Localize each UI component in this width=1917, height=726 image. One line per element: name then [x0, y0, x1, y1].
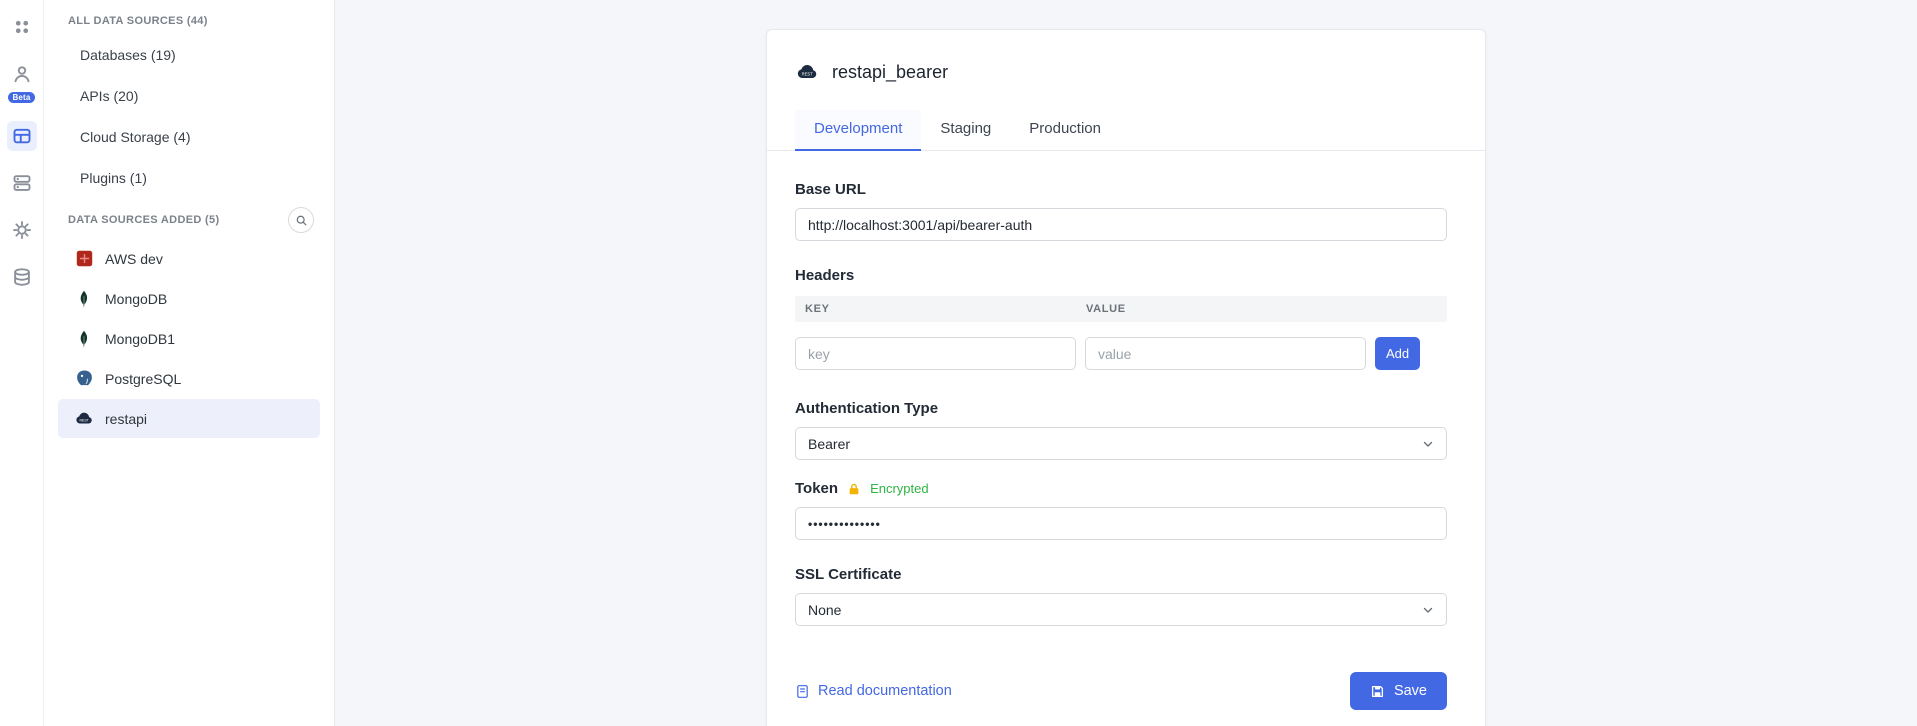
group-label: Cloud Storage (4)	[80, 129, 191, 145]
read-documentation-link[interactable]: Read documentation	[795, 683, 952, 699]
encrypted-badge: Encrypted	[870, 481, 929, 496]
auth-type-select[interactable]: Bearer	[795, 427, 1447, 460]
storage-icon[interactable]	[7, 262, 37, 292]
all-data-sources-header: ALL DATA SOURCES (44)	[54, 4, 324, 34]
aws-icon	[74, 249, 94, 269]
document-icon	[795, 684, 810, 699]
beta-badge: Beta	[8, 92, 36, 103]
auth-type-value: Bearer	[808, 436, 850, 452]
headers-section: Headers KEY VALUE Add	[795, 267, 1447, 370]
headers-table-header: KEY VALUE	[795, 296, 1447, 322]
mongodb-icon	[74, 329, 94, 349]
read-documentation-label: Read documentation	[818, 683, 952, 699]
sidebar-item-cloud-storage[interactable]: Cloud Storage (4)	[54, 116, 324, 157]
data-sources-added-label: DATA SOURCES ADDED (5)	[68, 214, 219, 226]
group-label: APIs (20)	[80, 88, 138, 104]
main-content: REST restapi_bearer Development Staging …	[335, 0, 1917, 726]
sidebar-item-databases[interactable]: Databases (19)	[54, 34, 324, 75]
datasource-label: PostgreSQL	[105, 371, 181, 387]
sidebar-item-mongodb1[interactable]: MongoDB1	[58, 319, 320, 358]
sidebar-item-plugins[interactable]: Plugins (1)	[54, 157, 324, 198]
base-url-input[interactable]	[795, 208, 1447, 241]
card-title-row: REST restapi_bearer	[767, 60, 1485, 84]
datasources-sidebar: ALL DATA SOURCES (44) Databases (19) API…	[44, 0, 335, 726]
ssl-certificate-label: SSL Certificate	[795, 566, 1447, 583]
ssl-certificate-value: None	[808, 602, 841, 618]
tab-production[interactable]: Production	[1010, 110, 1120, 150]
header-value-input[interactable]	[1085, 337, 1366, 370]
user-icon[interactable]	[7, 59, 37, 89]
group-label: Plugins (1)	[80, 170, 147, 186]
token-label: Token	[795, 480, 838, 497]
icon-rail: Beta	[0, 0, 44, 726]
apps-grid-icon[interactable]	[7, 12, 37, 42]
datasource-config-card: REST restapi_bearer Development Staging …	[766, 29, 1486, 726]
token-label-row: Token Encrypted	[795, 480, 1447, 497]
mongodb-icon	[74, 289, 94, 309]
tab-development[interactable]: Development	[795, 110, 921, 151]
data-sources-added-header: DATA SOURCES ADDED (5)	[54, 198, 324, 238]
tab-staging[interactable]: Staging	[921, 110, 1010, 150]
chevron-down-icon	[1422, 604, 1434, 616]
restapi-icon: REST	[74, 409, 94, 429]
save-button[interactable]: Save	[1350, 672, 1447, 710]
datasource-form: Base URL Headers KEY VALUE Add Authentic…	[767, 151, 1485, 626]
postgresql-icon	[74, 369, 94, 389]
settings-gear-icon[interactable]	[7, 215, 37, 245]
page-title: restapi_bearer	[832, 62, 948, 83]
save-button-label: Save	[1394, 683, 1427, 699]
restapi-icon: REST	[795, 60, 819, 84]
sidebar-item-apis[interactable]: APIs (20)	[54, 75, 324, 116]
card-footer: Read documentation Save	[767, 672, 1485, 710]
auth-type-section: Authentication Type Bearer	[795, 400, 1447, 460]
datasource-label: AWS dev	[105, 251, 163, 267]
environment-tabs: Development Staging Production	[767, 110, 1485, 151]
ssl-certificate-select[interactable]: None	[795, 593, 1447, 626]
key-column-header: KEY	[795, 303, 1086, 315]
group-label: Databases (19)	[80, 47, 176, 63]
sidebar-item-postgresql[interactable]: PostgreSQL	[58, 359, 320, 398]
headers-label: Headers	[795, 267, 1447, 284]
lock-icon	[847, 482, 861, 496]
svg-text:REST: REST	[80, 419, 90, 423]
sidebar-item-restapi[interactable]: REST restapi	[58, 399, 320, 438]
datasources-icon[interactable]	[7, 121, 37, 151]
datasource-label: MongoDB1	[105, 331, 175, 347]
add-header-button[interactable]: Add	[1375, 337, 1420, 370]
datasource-label: restapi	[105, 411, 147, 427]
sidebar-item-mongodb[interactable]: MongoDB	[58, 279, 320, 318]
ssl-section: SSL Certificate None	[795, 566, 1447, 626]
all-data-sources-label: ALL DATA SOURCES (44)	[68, 15, 208, 27]
datasource-label: MongoDB	[105, 291, 167, 307]
server-icon[interactable]	[7, 168, 37, 198]
header-input-row: Add	[795, 337, 1447, 370]
search-datasources-button[interactable]	[288, 207, 314, 233]
sidebar-item-aws-dev[interactable]: AWS dev	[58, 239, 320, 278]
token-input[interactable]	[795, 507, 1447, 540]
svg-text:REST: REST	[802, 72, 814, 77]
search-icon	[295, 214, 308, 227]
auth-type-label: Authentication Type	[795, 400, 1447, 417]
base-url-label: Base URL	[795, 181, 1447, 198]
value-column-header: VALUE	[1086, 303, 1126, 315]
chevron-down-icon	[1422, 438, 1434, 450]
header-key-input[interactable]	[795, 337, 1076, 370]
save-icon	[1370, 684, 1385, 699]
